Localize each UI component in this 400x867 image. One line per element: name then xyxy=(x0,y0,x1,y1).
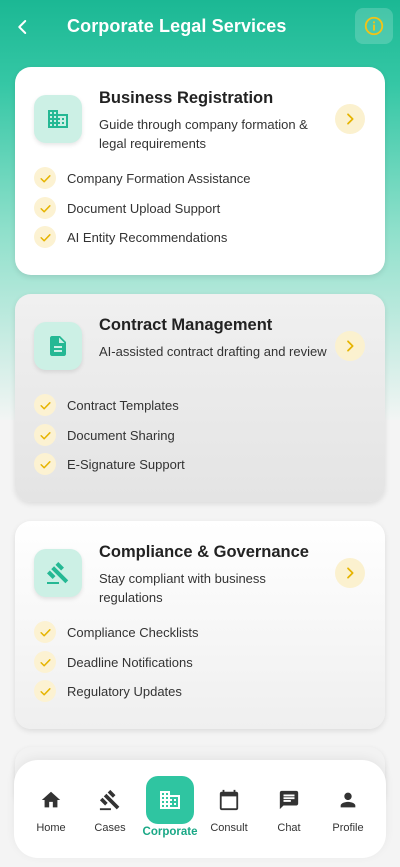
card-icon-container xyxy=(34,95,82,143)
feature-item: AI Entity Recommendations xyxy=(34,226,227,248)
check-icon xyxy=(34,394,56,416)
feature-item: E-Signature Support xyxy=(34,453,185,475)
chevron-right-icon xyxy=(347,340,354,352)
feature-item: Document Sharing xyxy=(34,424,175,446)
nav-label: Chat xyxy=(277,822,301,834)
service-card-business-registration[interactable]: Business Registration Guide through comp… xyxy=(15,67,385,275)
service-card-compliance-governance[interactable]: Compliance & Governance Stay compliant w… xyxy=(15,521,385,729)
card-icon-container xyxy=(34,549,82,597)
feature-label: E-Signature Support xyxy=(67,456,185,472)
nav-label: Profile xyxy=(332,822,364,834)
open-service-button[interactable] xyxy=(335,104,365,134)
check-icon xyxy=(34,621,56,643)
nav-label: Consult xyxy=(210,822,248,834)
chevron-right-icon xyxy=(347,113,354,125)
feature-item: Compliance Checklists xyxy=(34,621,199,643)
home-icon xyxy=(41,791,61,808)
feature-label: AI Entity Recommendations xyxy=(67,229,228,245)
card-description: Guide through company formation & legal … xyxy=(99,117,308,151)
nav-label: Home xyxy=(36,822,66,834)
nav-item-cases[interactable]: Cases xyxy=(80,760,140,858)
feature-label: Contract Templates xyxy=(67,397,179,413)
open-service-button[interactable] xyxy=(335,331,365,361)
business-icon xyxy=(160,791,180,809)
feature-label: Regulatory Updates xyxy=(67,683,182,699)
card-title: Contract Management xyxy=(99,316,273,334)
app-bar: Corporate Legal Services xyxy=(0,0,400,56)
nav-active-indicator xyxy=(146,776,194,824)
business-icon xyxy=(48,110,68,128)
check-icon xyxy=(34,424,56,446)
card-description: Stay compliant with business regulations xyxy=(99,571,266,605)
feature-label: Company Formation Assistance xyxy=(67,170,251,186)
check-icon xyxy=(34,197,56,219)
check-icon xyxy=(34,226,56,248)
check-icon xyxy=(34,651,56,673)
feature-item: Deadline Notifications xyxy=(34,651,193,673)
check-icon xyxy=(34,680,56,702)
chevron-right-icon xyxy=(347,567,354,579)
nav-item-chat[interactable]: Chat xyxy=(259,760,319,858)
feature-item: Regulatory Updates xyxy=(34,680,182,702)
nav-item-consult[interactable]: Consult xyxy=(199,760,259,858)
feature-label: Document Upload Support xyxy=(67,200,221,216)
feature-label: Deadline Notifications xyxy=(67,654,193,670)
open-service-button[interactable] xyxy=(335,558,365,588)
nav-label: Cases xyxy=(94,822,126,834)
card-title: Business Registration xyxy=(99,89,274,107)
card-icon-container xyxy=(34,322,82,370)
bottom-navigation: Home Cases Corporate Consult Chat Profil… xyxy=(14,760,386,858)
check-icon xyxy=(34,453,56,475)
service-card-contract-management[interactable]: Contract Management AI-assisted contract… xyxy=(15,294,385,502)
check-icon xyxy=(34,167,56,189)
back-button[interactable] xyxy=(10,14,36,40)
card-title: Compliance & Governance xyxy=(99,543,309,561)
document-icon xyxy=(50,336,66,356)
nav-item-profile[interactable]: Profile xyxy=(318,760,378,858)
feature-item: Company Formation Assistance xyxy=(34,167,251,189)
chat-icon xyxy=(279,790,299,810)
arrow-back-icon xyxy=(18,20,27,34)
feature-item: Contract Templates xyxy=(34,394,179,416)
feature-label: Compliance Checklists xyxy=(67,624,199,640)
nav-item-corporate[interactable]: Corporate xyxy=(140,760,200,858)
gavel-icon xyxy=(46,562,69,584)
card-description: AI-assisted contract drafting and review xyxy=(99,344,327,359)
calendar-icon xyxy=(219,789,239,811)
person-icon xyxy=(340,792,356,808)
nav-label: Corporate xyxy=(142,826,198,838)
info-button[interactable] xyxy=(355,8,393,44)
page-title: Corporate Legal Services xyxy=(67,16,287,36)
feature-label: Document Sharing xyxy=(67,427,175,443)
nav-item-home[interactable]: Home xyxy=(21,760,81,858)
gavel-icon xyxy=(99,789,120,811)
info-icon xyxy=(364,16,384,36)
feature-item: Document Upload Support xyxy=(34,197,220,219)
